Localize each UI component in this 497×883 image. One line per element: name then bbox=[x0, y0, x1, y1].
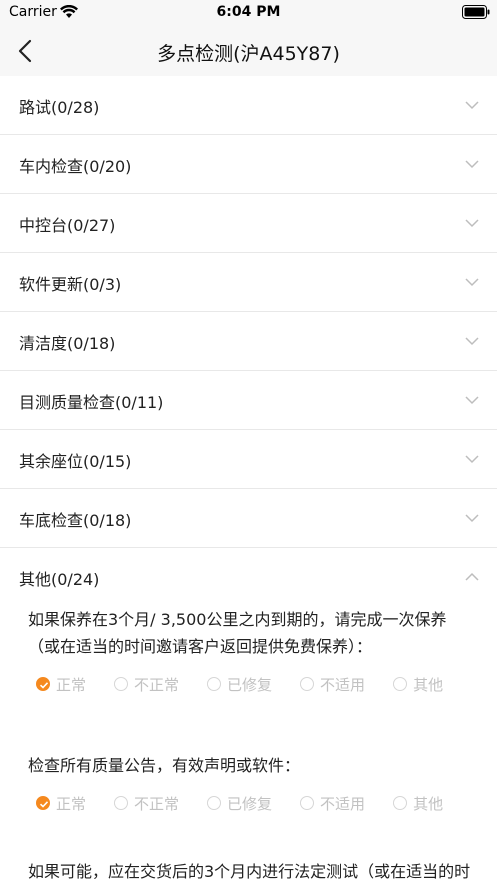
radio-icon bbox=[300, 677, 315, 691]
chevron-down-icon bbox=[465, 101, 479, 110]
section-label: 其余座位(0/15) bbox=[19, 452, 132, 471]
option-abnormal[interactable]: 不正常 bbox=[106, 674, 179, 695]
option-other[interactable]: 其他 bbox=[385, 793, 443, 814]
option-label: 不适用 bbox=[320, 675, 366, 694]
section-cleanliness[interactable]: 清洁度(0/18) bbox=[0, 312, 497, 371]
radio-icon bbox=[207, 677, 222, 691]
chevron-down-icon bbox=[465, 455, 479, 464]
option-not-applicable[interactable]: 不适用 bbox=[292, 793, 365, 814]
section-road-test[interactable]: 路试(0/28) bbox=[0, 76, 497, 135]
radio-checked-icon bbox=[36, 677, 50, 691]
radio-icon bbox=[114, 796, 129, 810]
question-text: 检查所有质量公告，有效声明或软件： bbox=[28, 756, 301, 775]
answer-options: 正常 不正常 已修复 不适用 其他 bbox=[28, 791, 477, 815]
section-center-console[interactable]: 中控台(0/27) bbox=[0, 194, 497, 253]
option-label: 不正常 bbox=[134, 794, 180, 813]
radio-icon bbox=[114, 677, 129, 691]
chevron-down-icon bbox=[465, 514, 479, 523]
chevron-down-icon bbox=[465, 396, 479, 405]
section-label: 中控台(0/27) bbox=[19, 216, 116, 235]
section-label: 其他(0/24) bbox=[19, 570, 100, 589]
question-text: 如果可能，应在交货后的3个月内进行法定测试（或在适当的时间邀请客户返回免费测试）… bbox=[28, 862, 471, 881]
section-software-update[interactable]: 软件更新(0/3) bbox=[0, 253, 497, 312]
option-label: 已修复 bbox=[227, 675, 273, 694]
option-label: 其他 bbox=[413, 675, 444, 694]
nav-bar: 多点检测(沪A45Y87) bbox=[0, 26, 497, 76]
section-visual-quality[interactable]: 目测质量检查(0/11) bbox=[0, 371, 497, 430]
option-repaired[interactable]: 已修复 bbox=[199, 674, 272, 695]
chevron-down-icon bbox=[465, 160, 479, 169]
question-item: 检查所有质量公告，有效声明或软件： 正常 不正常 已修复 不适用 其他 bbox=[0, 720, 497, 825]
section-interior-check[interactable]: 车内检查(0/20) bbox=[0, 135, 497, 194]
section-underbody-check[interactable]: 车底检查(0/18) bbox=[0, 489, 497, 548]
chevron-up-icon bbox=[465, 572, 479, 581]
section-label: 车内检查(0/20) bbox=[19, 157, 132, 176]
radio-icon bbox=[393, 796, 408, 810]
question-item: 如果可能，应在交货后的3个月内进行法定测试（或在适当的时间邀请客户返回免费测试）… bbox=[0, 825, 497, 883]
inspection-sections: 路试(0/28) 车内检查(0/20) 中控台(0/27) 软件更新(0/3) … bbox=[0, 76, 497, 607]
option-normal[interactable]: 正常 bbox=[28, 674, 86, 695]
option-abnormal[interactable]: 不正常 bbox=[106, 793, 179, 814]
chevron-down-icon bbox=[465, 337, 479, 346]
option-label: 已修复 bbox=[227, 794, 273, 813]
option-repaired[interactable]: 已修复 bbox=[199, 793, 272, 814]
section-label: 软件更新(0/3) bbox=[19, 275, 122, 294]
option-not-applicable[interactable]: 不适用 bbox=[292, 674, 365, 695]
question-text: 如果保养在3个月/ 3,500公里之内到期的，请完成一次保养（或在适当的时间邀请… bbox=[28, 610, 447, 656]
option-label: 正常 bbox=[56, 794, 87, 813]
radio-checked-icon bbox=[36, 796, 50, 810]
option-label: 不适用 bbox=[320, 794, 366, 813]
radio-icon bbox=[300, 796, 315, 810]
radio-icon bbox=[393, 677, 408, 691]
option-other[interactable]: 其他 bbox=[385, 674, 443, 695]
question-list: 如果保养在3个月/ 3,500公里之内到期的，请完成一次保养（或在适当的时间邀请… bbox=[0, 606, 497, 883]
option-label: 正常 bbox=[56, 675, 87, 694]
section-label: 目测质量检查(0/11) bbox=[19, 393, 164, 412]
status-bar: Carrier 6:04 PM bbox=[0, 0, 497, 26]
status-time: 6:04 PM bbox=[216, 4, 281, 20]
chevron-down-icon bbox=[465, 278, 479, 287]
battery-icon bbox=[462, 5, 490, 19]
section-other-seats[interactable]: 其余座位(0/15) bbox=[0, 430, 497, 489]
chevron-down-icon bbox=[465, 219, 479, 228]
section-other[interactable]: 其他(0/24) bbox=[0, 548, 497, 607]
section-label: 清洁度(0/18) bbox=[19, 334, 116, 353]
radio-icon bbox=[207, 796, 222, 810]
page-title: 多点检测(沪A45Y87) bbox=[157, 43, 340, 65]
question-item: 如果保养在3个月/ 3,500公里之内到期的，请完成一次保养（或在适当的时间邀请… bbox=[0, 606, 497, 720]
option-label: 不正常 bbox=[134, 675, 180, 694]
answer-options: 正常 不正常 已修复 不适用 其他 bbox=[28, 672, 477, 696]
section-label: 车底检查(0/18) bbox=[19, 511, 132, 530]
option-label: 其他 bbox=[413, 794, 444, 813]
section-label: 路试(0/28) bbox=[19, 98, 100, 117]
option-normal[interactable]: 正常 bbox=[28, 793, 86, 814]
